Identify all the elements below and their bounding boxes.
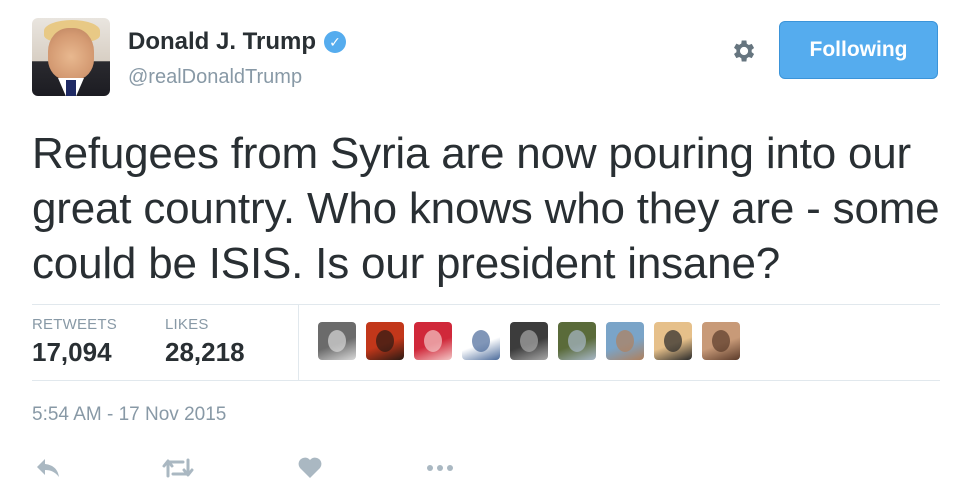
liker-avatars [318,322,740,360]
stats-bottom-divider [32,380,940,381]
reply-icon[interactable] [28,452,68,484]
liker-avatar[interactable] [318,322,356,360]
profile-avatar[interactable] [32,18,110,96]
liker-avatar[interactable] [462,322,500,360]
tweet-timestamp[interactable]: 5:54 AM - 17 Nov 2015 [32,404,226,426]
avatar-tie [66,80,76,96]
display-name[interactable]: Donald J. Trump [128,28,316,56]
liker-avatar-figure [328,330,346,352]
stats-top-divider [32,304,940,305]
more-icon[interactable] [420,452,460,484]
tweet-text: Refugees from Syria are now pouring into… [32,129,940,288]
liker-avatar[interactable] [654,322,692,360]
user-handle[interactable]: @realDonaldTrump [128,66,302,89]
avatar-face [48,28,94,80]
liker-avatar[interactable] [366,322,404,360]
liker-avatar-figure [424,330,442,352]
liker-avatar-figure [520,330,538,352]
verified-badge-icon: ✓ [324,31,347,53]
retweets-count: 17,094 [32,337,112,367]
liker-avatar-figure [616,330,634,352]
liker-avatar-figure [712,330,730,352]
liker-avatar-figure [664,330,682,352]
retweet-icon[interactable] [158,452,198,484]
gear-icon[interactable] [728,36,758,66]
liker-avatar[interactable] [606,322,644,360]
likes-count: 28,218 [165,337,245,367]
liker-avatar-figure [568,330,586,352]
name-row: Donald J. Trump ✓ [128,28,347,56]
liker-avatar[interactable] [702,322,740,360]
retweets-label: RETWEETS [32,316,117,333]
stats-separator [298,305,299,380]
retweets-stat[interactable]: RETWEETS 17,094 [32,316,117,368]
likes-stat[interactable]: LIKES 28,218 [165,316,245,368]
following-button[interactable]: Following [779,21,938,79]
likes-label: LIKES [165,316,209,333]
liker-avatar-figure [472,330,490,352]
liker-avatar[interactable] [510,322,548,360]
heart-icon[interactable] [290,452,330,484]
liker-avatar[interactable] [414,322,452,360]
liker-avatar[interactable] [558,322,596,360]
liker-avatar-figure [376,330,394,352]
